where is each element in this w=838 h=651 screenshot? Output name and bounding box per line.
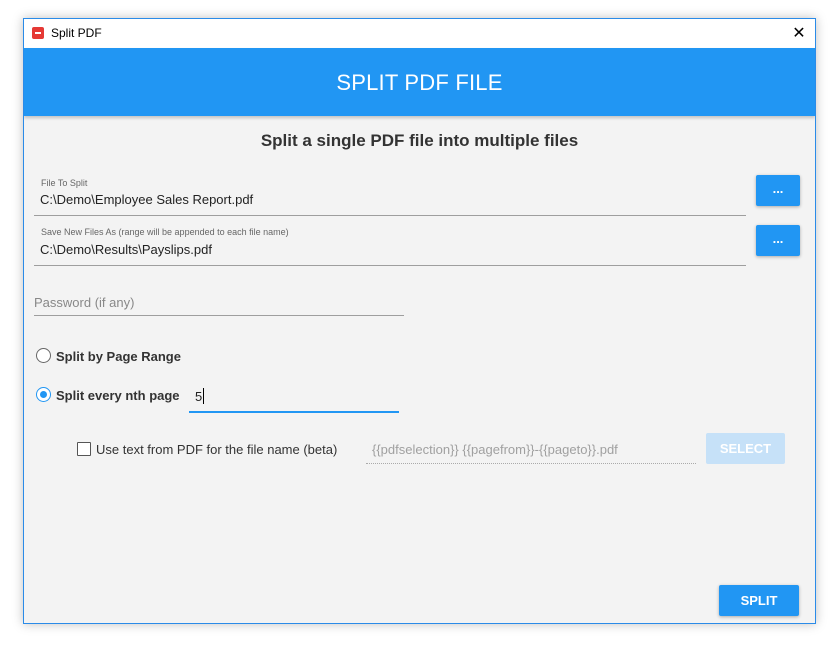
pdf-app-icon [32,27,44,39]
nth-page-input[interactable]: 5 [189,385,399,413]
save-as-label: Save New Files As (range will be appende… [41,227,289,237]
split-button[interactable]: SPLIT [719,585,799,616]
password-input[interactable]: Password (if any) [34,291,404,316]
use-text-label[interactable]: Use text from PDF for the file name (bet… [96,442,337,457]
page-range-radio[interactable] [36,348,51,363]
save-as-value[interactable]: C:\Demo\Results\Payslips.pdf [40,242,212,257]
select-button[interactable]: SELECT [706,433,785,464]
file-to-split-label: File To Split [41,178,88,188]
save-as-field[interactable]: Save New Files As (range will be appende… [34,223,746,266]
page-title: SPLIT PDF FILE [336,70,503,95]
title-bar: Split PDF ✕ [24,19,815,48]
window-title: Split PDF [51,26,102,40]
nth-page-value: 5 [195,389,203,404]
nth-page-radio[interactable] [36,387,51,402]
page-range-label[interactable]: Split by Page Range [56,349,181,364]
header-banner: SPLIT PDF FILE [24,48,815,116]
subtitle: Split a single PDF file into multiple fi… [260,131,579,150]
filename-template-input[interactable]: {{pdfselection}} {{pagefrom}}-{{pageto}}… [366,437,696,464]
use-text-checkbox[interactable] [77,442,91,456]
split-pdf-window: Split PDF ✕ SPLIT PDF FILE Split a singl… [23,18,816,624]
file-to-split-field[interactable]: File To Split C:\Demo\Employee Sales Rep… [34,173,746,216]
browse-file-button[interactable]: ... [756,175,800,206]
text-caret [203,388,204,404]
file-to-split-value[interactable]: C:\Demo\Employee Sales Report.pdf [40,192,253,207]
filename-template-value: {{pdfselection}} {{pagefrom}}-{{pageto}}… [372,442,618,457]
close-icon[interactable]: ✕ [783,19,815,48]
browse-save-button[interactable]: ... [756,225,800,256]
password-placeholder: Password (if any) [34,295,135,310]
nth-page-label[interactable]: Split every nth page [56,388,180,403]
